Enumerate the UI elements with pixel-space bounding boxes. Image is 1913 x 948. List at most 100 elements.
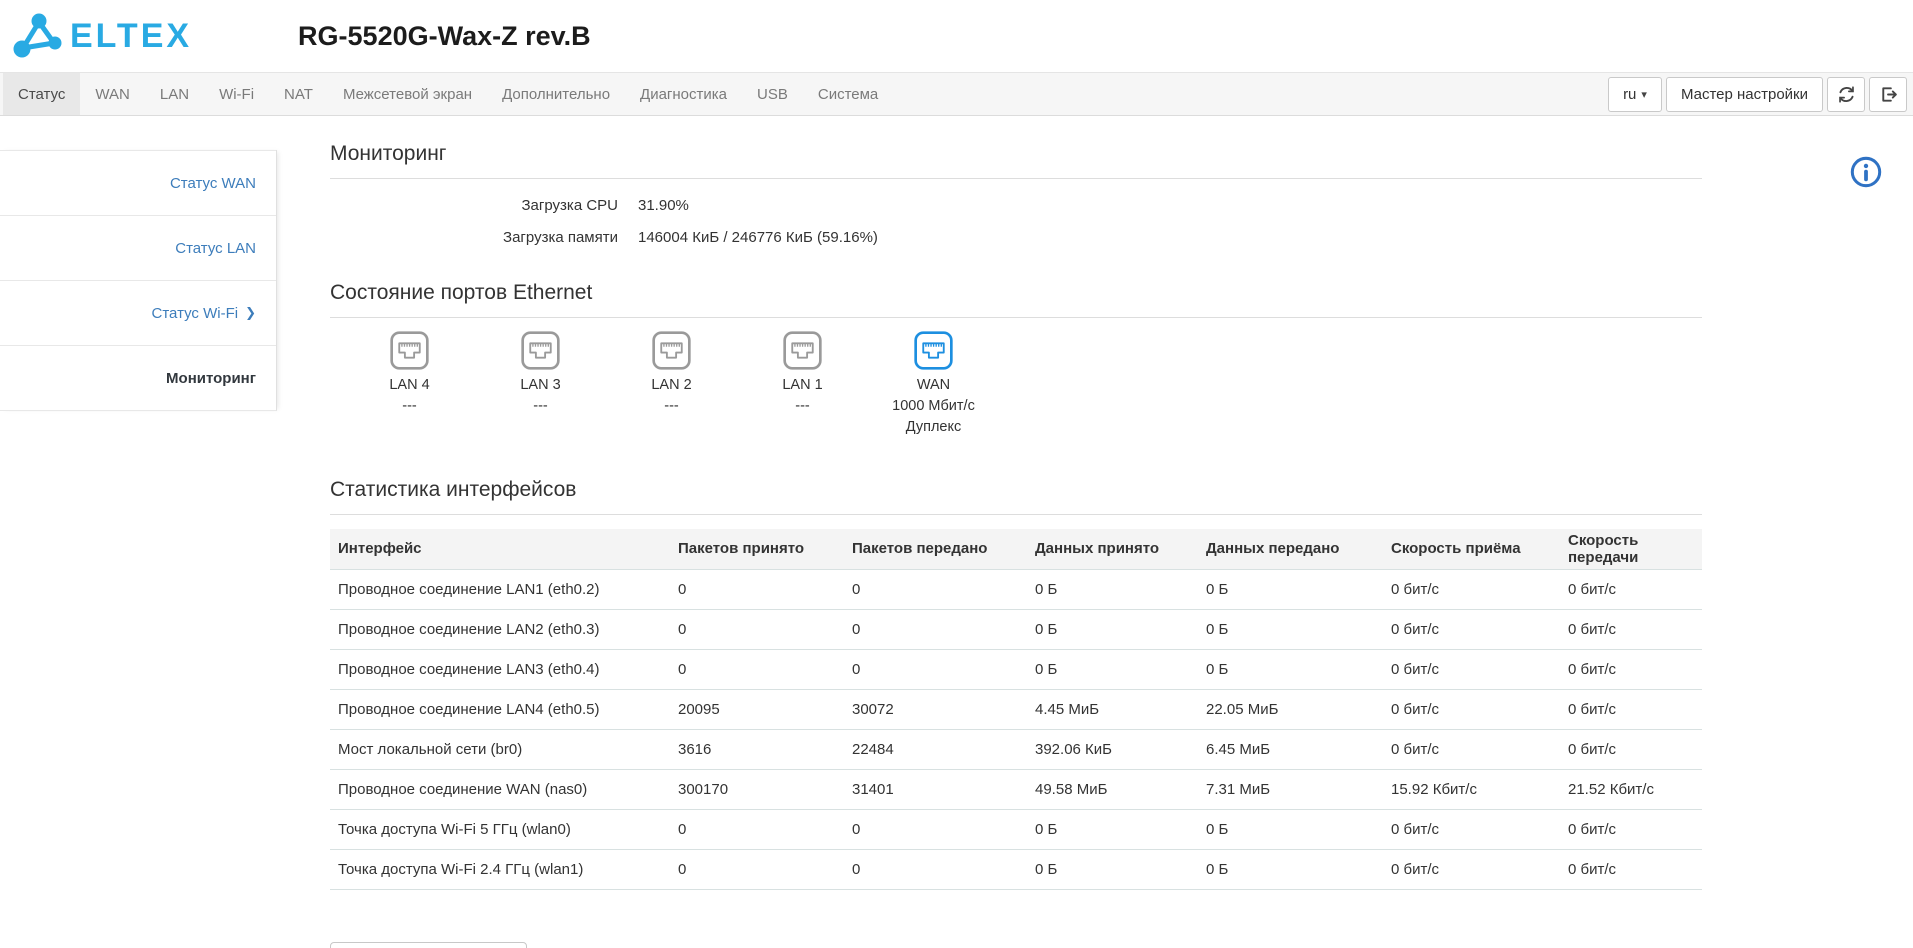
statistics-heading: Статистика интерфейсов — [330, 478, 1702, 515]
statistics-table: Интерфейс Пакетов принято Пакетов переда… — [330, 529, 1702, 890]
sidebar-item[interactable]: Мониторинг — [0, 345, 276, 410]
cell-rx-packets: 0 — [670, 609, 844, 650]
sidebar-item-label: Статус Wi-Fi — [151, 304, 239, 322]
cell-tx-packets: 0 — [844, 649, 1027, 690]
language-value: ru — [1623, 85, 1637, 103]
cell-interface: Проводное соединение LAN1 (eth0.2) — [330, 569, 670, 610]
help-info-button[interactable] — [1849, 155, 1883, 193]
cell-rx-data: 49.58 МиБ — [1027, 769, 1198, 810]
statistics-row: Мост локальной сети (br0) 3616 22484 392… — [330, 729, 1702, 770]
nav-tab-label: Дополнительно — [502, 85, 611, 103]
cpu-load-value: 31.90% — [638, 196, 689, 214]
cell-tx-speed: 0 бит/с — [1560, 569, 1702, 610]
cell-tx-data: 22.05 МиБ — [1198, 689, 1383, 730]
cell-rx-packets: 20095 — [670, 689, 844, 730]
statistics-column-header: Скорость приёма — [1383, 529, 1560, 570]
port-name: LAN 1 — [782, 377, 823, 393]
cell-rx-data: 0 Б — [1027, 609, 1198, 650]
sidebar-item[interactable]: Статус Wi-Fi ❯ — [0, 280, 276, 345]
cell-rx-speed: 0 бит/с — [1383, 849, 1560, 890]
nav-tab[interactable]: LAN — [145, 73, 204, 115]
nav-tab[interactable]: USB — [742, 73, 803, 115]
statistics-row: Проводное соединение LAN4 (eth0.5) 20095… — [330, 689, 1702, 730]
nav-tab[interactable]: Статус — [3, 73, 81, 115]
cell-rx-data: 4.45 МиБ — [1027, 689, 1198, 730]
statistics-row: Точка доступа Wi-Fi 5 ГГц (wlan0) 0 0 0 … — [330, 809, 1702, 850]
ethernet-port: LAN 2 --- — [606, 330, 737, 438]
statistics-column-header: Данных передано — [1198, 529, 1383, 570]
nav-tab[interactable]: Дополнительно — [487, 73, 625, 115]
cell-tx-packets: 0 — [844, 569, 1027, 610]
cell-tx-speed: 0 бит/с — [1560, 689, 1702, 730]
statistics-column-header: Скорость передачи — [1560, 529, 1702, 570]
nav-tabs: Статус WAN LAN Wi-Fi NAT Межсетевой экра… — [3, 73, 893, 115]
logo-text: ELTEX — [70, 16, 193, 55]
statistics-table-body: Проводное соединение LAN1 (eth0.2) 0 0 0… — [330, 569, 1702, 890]
sidebar-item-label: Мониторинг — [166, 369, 256, 387]
page-layout: Статус WAN Статус LAN Статус Wi-Fi ❯ Мон… — [0, 116, 1913, 948]
main-navbar: Статус WAN LAN Wi-Fi NAT Межсетевой экра… — [0, 72, 1913, 116]
memory-load-label: Загрузка памяти — [503, 228, 618, 246]
sidebar-item[interactable]: Статус WAN — [0, 150, 276, 215]
nav-tab[interactable]: Межсетевой экран — [328, 73, 487, 115]
cell-tx-data: 0 Б — [1198, 569, 1383, 610]
cell-rx-speed: 0 бит/с — [1383, 809, 1560, 850]
rj45-port-icon — [390, 331, 429, 370]
monitoring-heading: Мониторинг — [330, 142, 1702, 179]
cell-rx-packets: 0 — [670, 809, 844, 850]
cell-tx-speed: 0 бит/с — [1560, 649, 1702, 690]
nav-tab[interactable]: Система — [803, 73, 893, 115]
cell-tx-packets: 30072 — [844, 689, 1027, 730]
main-content: Мониторинг Загрузка CPU 31.90% Загрузка … — [277, 116, 1702, 948]
cell-rx-speed: 0 бит/с — [1383, 609, 1560, 650]
sidebar-item-label: Статус LAN — [175, 239, 256, 257]
statistics-row: Точка доступа Wi-Fi 2.4 ГГц (wlan1) 0 0 … — [330, 849, 1702, 890]
cell-tx-speed: 0 бит/с — [1560, 729, 1702, 770]
setup-wizard-button[interactable]: Мастер настройки — [1665, 76, 1823, 112]
cell-rx-packets: 0 — [670, 649, 844, 690]
cell-tx-data: 0 Б — [1198, 649, 1383, 690]
nav-tab-label: WAN — [95, 85, 130, 103]
rj45-port-icon — [521, 331, 560, 370]
statistics-header-row: Интерфейс Пакетов принято Пакетов переда… — [330, 529, 1702, 570]
cell-tx-speed: 0 бит/с — [1560, 609, 1702, 650]
port-name: LAN 2 — [651, 377, 692, 393]
language-dropdown[interactable]: ru ▾ — [1608, 76, 1662, 112]
nav-tab-label: Диагностика — [640, 85, 728, 103]
ethernet-ports: LAN 4 --- LAN 3 --- LAN 2 --- LAN 1 --- … — [330, 318, 1702, 452]
cell-rx-data: 0 Б — [1027, 849, 1198, 890]
caret-down-icon: ▾ — [1641, 88, 1647, 101]
sidebar: Статус WAN Статус LAN Статус Wi-Fi ❯ Мон… — [0, 150, 277, 411]
ethernet-port: WAN 1000 Мбит/с Дуплекс — [868, 330, 999, 438]
clear-statistics-button[interactable]: ✕ Очистить статистику — [330, 941, 528, 948]
cell-tx-speed: 0 бит/с — [1560, 809, 1702, 850]
nav-tab-label: NAT — [284, 85, 313, 103]
memory-load-value: 146004 КиБ / 246776 КиБ (59.16%) — [638, 228, 878, 246]
cell-rx-data: 392.06 КиБ — [1027, 729, 1198, 770]
nav-tab[interactable]: WAN — [80, 73, 144, 115]
logout-button[interactable] — [1869, 76, 1907, 112]
cell-tx-packets: 22484 — [844, 729, 1027, 770]
rj45-port-icon — [914, 331, 953, 370]
refresh-button[interactable] — [1827, 76, 1865, 112]
nav-tab[interactable]: Wi-Fi — [204, 73, 269, 115]
nav-tab-label: Wi-Fi — [219, 85, 255, 103]
port-name: WAN — [916, 377, 951, 393]
nav-controls: ru ▾ Мастер настройки — [1608, 73, 1913, 115]
port-name: LAN 4 — [389, 377, 430, 393]
nav-tab-label: USB — [757, 85, 788, 103]
rj45-port-icon — [783, 331, 822, 370]
cell-rx-packets: 300170 — [670, 769, 844, 810]
sidebar-item[interactable]: Статус LAN — [0, 215, 276, 280]
app-header: ELTEX RG-5520G-Wax-Z rev.B — [0, 0, 1913, 72]
nav-tab-label: LAN — [159, 85, 190, 103]
sidebar-item-label: Статус WAN — [169, 174, 256, 192]
cpu-load-row: Загрузка CPU 31.90% — [330, 189, 1702, 221]
eltex-logo: ELTEX — [12, 10, 192, 62]
cell-tx-data: 0 Б — [1198, 609, 1383, 650]
cell-rx-packets: 0 — [670, 569, 844, 610]
nav-tab[interactable]: NAT — [269, 73, 328, 115]
cell-interface: Проводное соединение LAN2 (eth0.3) — [330, 609, 670, 650]
statistics-column-header: Пакетов передано — [844, 529, 1027, 570]
nav-tab[interactable]: Диагностика — [625, 73, 742, 115]
